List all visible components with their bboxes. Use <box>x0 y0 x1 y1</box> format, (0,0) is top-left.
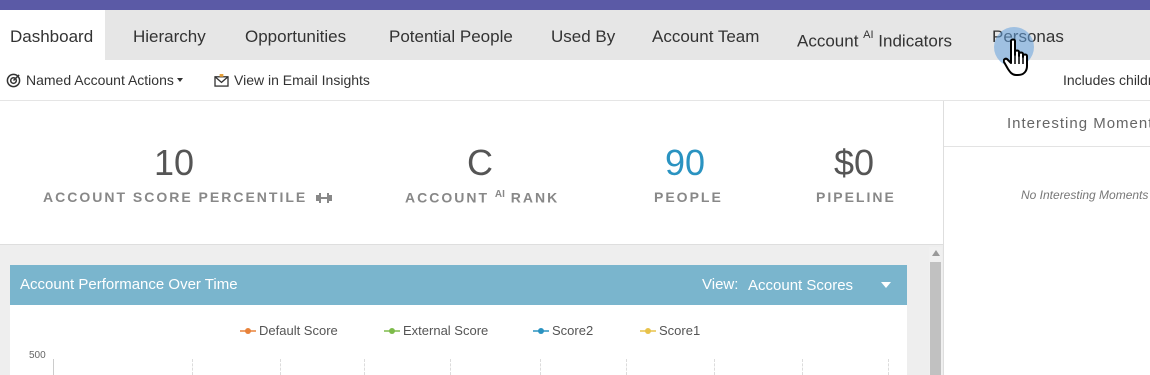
stats-panel: 10 ACCOUNT SCORE PERCENTILE C ACCOUNT AI… <box>0 101 943 245</box>
hand-cursor-icon <box>1003 38 1028 76</box>
tab-dashboard[interactable]: Dashboard <box>0 10 105 60</box>
stat-pipeline: $0 PIPELINE <box>816 141 896 205</box>
y-axis <box>53 359 54 375</box>
includes-children-label: Includes childr <box>1063 72 1150 88</box>
stat-value: 10 <box>153 142 195 183</box>
tab-account-ai-indicators[interactable]: Account AI Indicators <box>797 10 952 60</box>
tab-label: Opportunities <box>245 27 347 46</box>
stat-label-suffix: RANK <box>504 189 560 206</box>
email-icon <box>214 73 229 87</box>
grid-line <box>626 359 627 375</box>
stat-label: PEOPLE <box>654 189 723 205</box>
view-label: View: <box>702 276 739 293</box>
interesting-moments-title: Interesting Moment <box>1007 115 1150 132</box>
legend-score2[interactable]: Score2 <box>533 323 593 338</box>
interesting-moments-panel: Interesting Moment No Interesting Moment… <box>943 101 1150 375</box>
grid-line <box>540 359 541 375</box>
grid-line <box>192 359 193 375</box>
caret-down-icon <box>176 78 183 82</box>
stat-label: ACCOUNT SCORE PERCENTILE <box>43 189 333 205</box>
legend-label: Default Score <box>259 323 338 338</box>
stat-value[interactable]: 90 <box>654 141 716 185</box>
stat-account-score: 10 ACCOUNT SCORE PERCENTILE <box>43 141 333 205</box>
scroll-up-arrow-icon[interactable] <box>932 250 940 256</box>
stat-people[interactable]: 90 PEOPLE <box>654 141 723 205</box>
performance-panel-header: Account Performance Over Time View: Acco… <box>10 265 907 305</box>
divider <box>944 146 1150 147</box>
grid-line <box>802 359 803 375</box>
stat-label: PIPELINE <box>816 189 896 205</box>
named-account-actions-menu[interactable]: Named Account Actions <box>6 72 183 88</box>
dumbbell-icon <box>316 193 333 204</box>
legend-default-score[interactable]: Default Score <box>240 323 338 338</box>
performance-title: Account Performance Over Time <box>20 276 238 293</box>
view-select[interactable]: Account Scores <box>748 277 853 294</box>
email-insights-label: View in Email Insights <box>234 72 370 88</box>
tab-label: Used By <box>551 27 616 46</box>
legend-marker-icon <box>240 327 256 334</box>
tab-label-sup: AI <box>863 29 874 41</box>
legend-marker-icon <box>640 327 656 334</box>
grid-line <box>364 359 365 375</box>
view-in-email-insights-link[interactable]: View in Email Insights <box>214 72 370 88</box>
legend-score1[interactable]: Score1 <box>640 323 700 338</box>
legend-label: External Score <box>403 323 489 338</box>
grid-line <box>888 359 889 375</box>
legend-marker-icon <box>384 327 400 334</box>
stat-account-ai-rank: C ACCOUNT AI RANK <box>405 141 557 206</box>
tab-label: Dashboard <box>10 27 94 46</box>
tab-label: Potential People <box>389 27 513 46</box>
y-axis-tick: 500 <box>29 350 46 361</box>
tab-label: Account <box>797 31 859 51</box>
includes-children-toggle[interactable]: Includes childr <box>1063 72 1150 88</box>
tab-label: Hierarchy <box>133 27 206 46</box>
brand-bar <box>0 0 1150 10</box>
stat-value: $0 <box>833 142 875 183</box>
chevron-down-icon[interactable] <box>881 282 891 288</box>
tab-hierarchy[interactable]: Hierarchy <box>133 10 206 60</box>
named-account-actions-label: Named Account Actions <box>26 72 174 88</box>
grid-line <box>714 359 715 375</box>
performance-chart: Default Score External Score Score2 Scor… <box>10 305 907 375</box>
action-toolbar: Named Account Actions View in Email Insi… <box>0 60 1150 101</box>
tab-bar: Dashboard Hierarchy Opportunities Potent… <box>0 10 1150 60</box>
tab-potential-people[interactable]: Potential People <box>389 10 513 60</box>
tab-label-suffix: Indicators <box>873 31 953 51</box>
legend-marker-icon <box>533 327 549 334</box>
tab-used-by[interactable]: Used By <box>551 10 615 60</box>
legend-external-score[interactable]: External Score <box>384 323 488 338</box>
stat-label-text: ACCOUNT <box>405 189 495 206</box>
empty-state-text: No Interesting Moments <box>1021 188 1149 202</box>
stat-label-text: ACCOUNT SCORE PERCENTILE <box>43 189 308 205</box>
stat-label-sup: AI <box>494 189 505 200</box>
tab-label: Account Team <box>652 27 760 46</box>
stat-value: C <box>467 142 493 183</box>
scrollbar-thumb[interactable] <box>930 262 941 375</box>
tab-opportunities[interactable]: Opportunities <box>245 10 346 60</box>
legend-label: Score2 <box>552 323 594 338</box>
tab-account-team[interactable]: Account Team <box>652 10 759 60</box>
grid-line <box>450 359 451 375</box>
target-icon <box>6 73 21 87</box>
grid-line <box>280 359 281 375</box>
stat-label: ACCOUNT AI RANK <box>405 189 557 206</box>
legend-label: Score1 <box>659 323 701 338</box>
